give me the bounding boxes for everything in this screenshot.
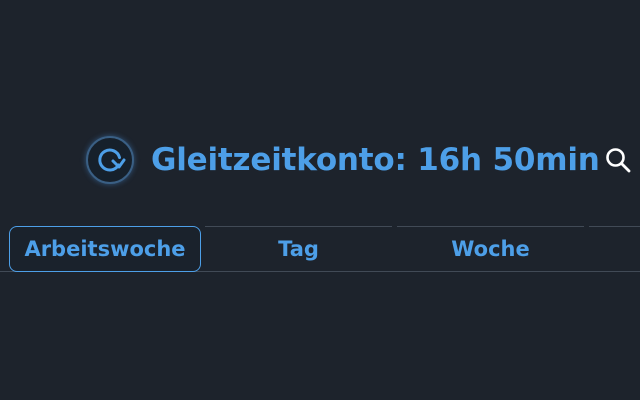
tab-bar: Arbeitswoche Tag Woche	[0, 226, 640, 272]
balance-title: Gleitzeitkonto: 16h 50min	[151, 142, 600, 178]
refresh-icon	[93, 143, 127, 177]
tab-tag[interactable]: Tag	[205, 226, 392, 272]
search-button[interactable]	[604, 148, 632, 176]
header: Gleitzeitkonto: 16h 50min	[0, 136, 640, 186]
tab-arbeitswoche[interactable]: Arbeitswoche	[9, 226, 201, 272]
refresh-button[interactable]	[86, 136, 134, 184]
tab-woche[interactable]: Woche	[397, 226, 584, 272]
tab-divider	[589, 226, 640, 227]
search-icon	[605, 147, 631, 177]
